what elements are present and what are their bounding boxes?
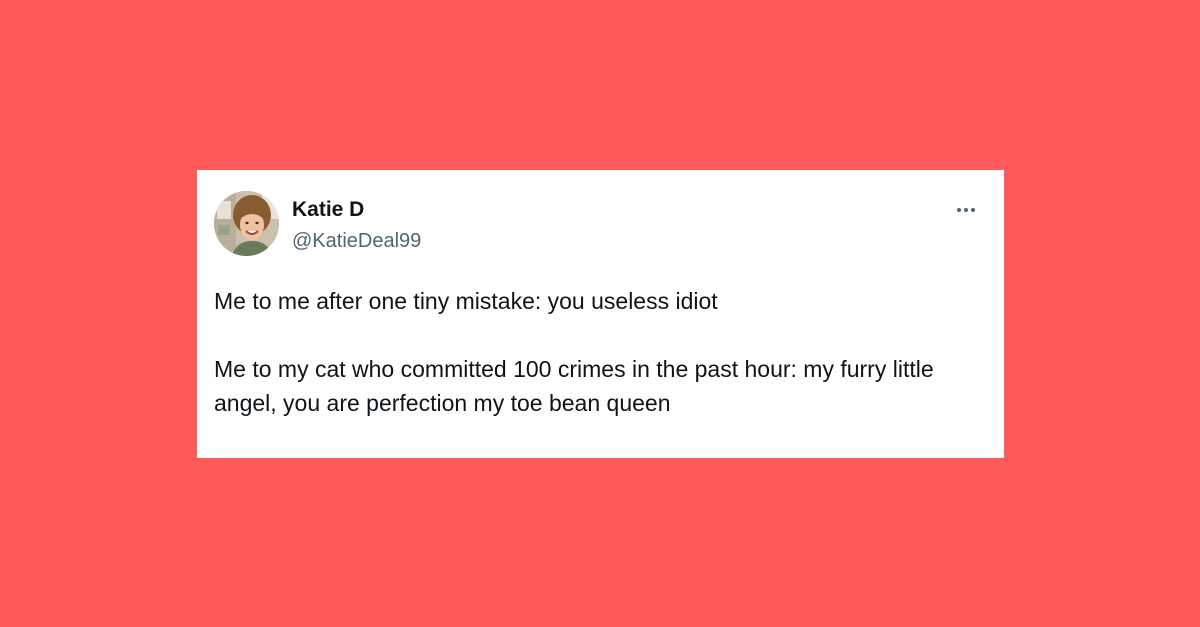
author-handle[interactable]: @KatieDeal99	[292, 228, 421, 254]
tweet-text: Me to me after one tiny mistake: you use…	[214, 284, 984, 420]
author-display-name[interactable]: Katie D	[292, 197, 364, 223]
tweet-paragraph: Me to me after one tiny mistake: you use…	[214, 288, 718, 314]
more-horizontal-icon-dot	[971, 208, 975, 212]
more-horizontal-icon-dot	[964, 208, 968, 212]
more-horizontal-icon	[957, 208, 961, 212]
profile-photo-icon	[214, 191, 279, 256]
avatar[interactable]	[214, 191, 279, 256]
more-options-button[interactable]	[949, 200, 983, 220]
tweet-card: Katie D @KatieDeal99 Me to me after one …	[197, 170, 1004, 458]
tweet-paragraph: Me to my cat who committed 100 crimes in…	[214, 356, 934, 416]
